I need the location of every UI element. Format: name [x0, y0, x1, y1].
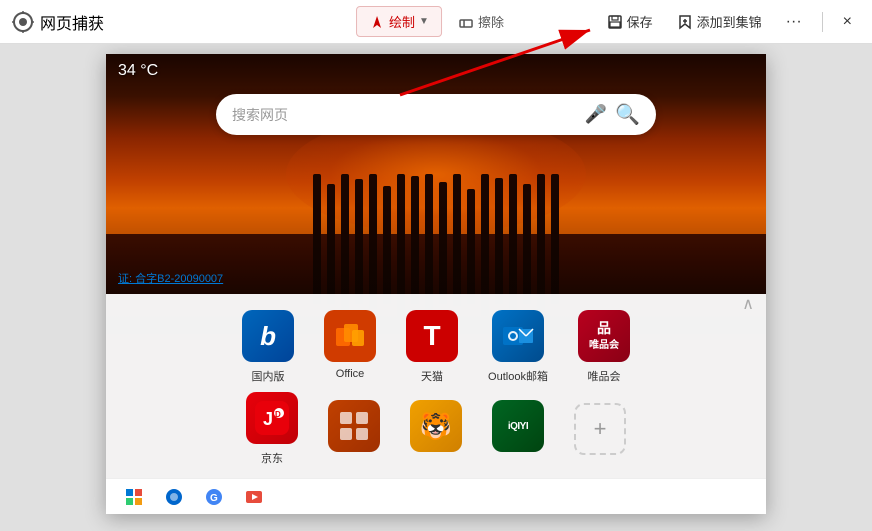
toolbar-separator	[822, 12, 823, 32]
svg-text:J: J	[263, 409, 273, 429]
app-bear[interactable]: 🐯	[410, 400, 462, 458]
toolbar: 网页捕获 绘制 ▼ 擦除 保存	[0, 0, 872, 44]
add-to-collect-button[interactable]: 添加到集锦	[669, 8, 770, 35]
draw-icon	[369, 14, 385, 30]
app-jd[interactable]: J D 京东	[246, 392, 298, 466]
guoneiban-label: 国内版	[252, 368, 285, 384]
search-input-wrap[interactable]: 搜索网页 🎤 🔍	[216, 94, 656, 135]
capture-icon	[12, 11, 34, 33]
draw-button[interactable]: 绘制 ▼	[356, 6, 442, 37]
outlook-icon	[492, 310, 544, 362]
erase-icon	[458, 14, 474, 30]
draw-dropdown-arrow: ▼	[419, 16, 429, 27]
app-iqiyi[interactable]: iQIYI	[492, 400, 544, 458]
red-tile-icon	[328, 400, 380, 452]
erase-button[interactable]: 擦除	[446, 7, 516, 36]
temperature-display: 34 °C	[118, 62, 158, 80]
search-placeholder: 搜索网页	[232, 105, 577, 125]
jd-icon: J D	[246, 392, 298, 444]
bear-icon: 🐯	[410, 400, 462, 452]
microphone-icon[interactable]: 🎤	[585, 104, 607, 125]
outlook-label: Outlook邮箱	[488, 368, 548, 384]
svg-text:G: G	[210, 493, 218, 504]
search-bar: 搜索网页 🎤 🔍	[216, 94, 656, 135]
office-icon	[324, 310, 376, 362]
guoneiban-icon: b	[242, 310, 294, 362]
browser-window: 34 °C 搜索网页 🎤 🔍 ∧ 证: 合字B2-20090007 b 国内版	[106, 54, 766, 514]
toolbar-title: 网页捕获	[40, 10, 104, 34]
app-tianmao[interactable]: T 天猫	[406, 310, 458, 384]
app-outlook[interactable]: Outlook邮箱	[488, 310, 548, 384]
apps-row-1: b 国内版 Office T	[106, 294, 766, 392]
app-red-tile[interactable]	[328, 400, 380, 458]
office-label: Office	[336, 368, 365, 380]
save-button[interactable]: 保存	[599, 8, 661, 35]
apps-row-2: J D 京东	[106, 392, 766, 474]
taskbar-icon-3[interactable]: G	[202, 485, 226, 509]
toolbar-right: 保存 添加到集锦 ··· ×	[599, 8, 860, 35]
app-guoneiban[interactable]: b 国内版	[242, 310, 294, 384]
license-text[interactable]: 证: 合字B2-20090007	[118, 270, 223, 286]
taskbar-icon-4[interactable]	[242, 485, 266, 509]
svg-text:D: D	[275, 410, 281, 419]
toolbar-center: 绘制 ▼ 擦除	[356, 6, 516, 37]
taskbar-icon-1[interactable]	[122, 485, 146, 509]
tianmao-icon: T	[406, 310, 458, 362]
search-button[interactable]: 🔍	[615, 102, 640, 127]
taskbar-icon-2[interactable]	[162, 485, 186, 509]
app-office[interactable]: Office	[324, 310, 376, 384]
vip-icon: 品唯品会	[578, 310, 630, 362]
close-button[interactable]: ×	[835, 9, 860, 35]
tianmao-label: 天猫	[421, 368, 443, 384]
iqiyi-icon: iQIYI	[492, 400, 544, 452]
scroll-up-button[interactable]: ∧	[742, 294, 754, 314]
collect-icon	[677, 14, 693, 30]
main-content: 34 °C 搜索网页 🎤 🔍 ∧ 证: 合字B2-20090007 b 国内版	[0, 44, 872, 531]
jd-label: 京东	[261, 450, 283, 466]
more-button[interactable]: ···	[778, 9, 810, 35]
add-app-button[interactable]: +	[574, 403, 626, 455]
taskbar-partial: G	[106, 478, 766, 514]
vip-label: 唯品会	[587, 368, 620, 384]
save-icon	[607, 14, 623, 30]
app-vip[interactable]: 品唯品会 唯品会	[578, 310, 630, 384]
